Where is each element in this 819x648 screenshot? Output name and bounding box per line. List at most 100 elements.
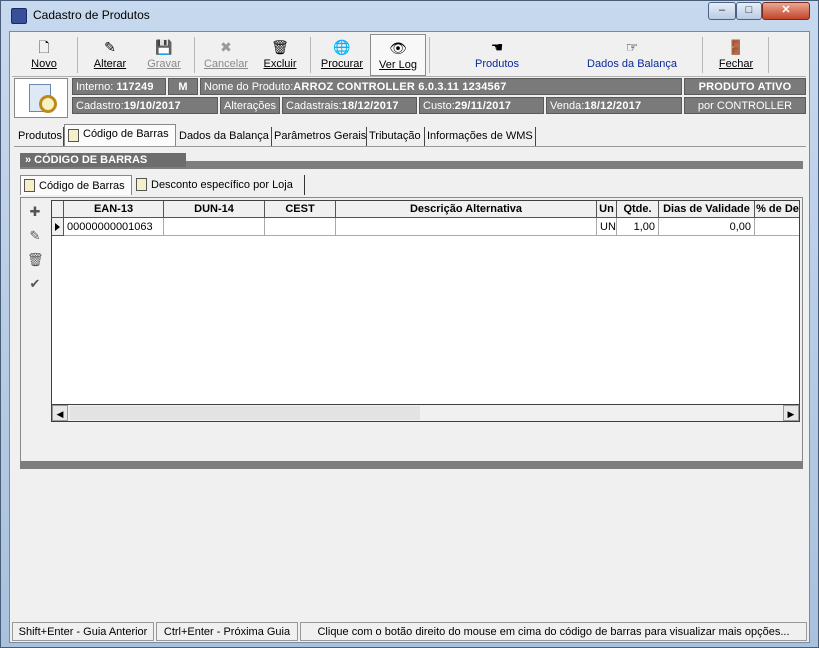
product-info-panel: Interno: 117249 M Nome do Produto:ARROZ … [14,78,806,118]
column-header-qtde[interactable]: Qtde. [617,201,659,218]
app-window: Cadastro de Produtos – □ ✕ 🗋 Novo ✎ Alte… [0,0,819,648]
produtos-label: Produtos [474,58,520,70]
m-flag: M [168,78,198,95]
interno-value: 117249 [116,81,154,93]
alterado-por-field: por CONTROLLER [684,97,806,114]
cancelar-button[interactable]: ✖ Cancelar [198,34,254,76]
cadastro-label: Cadastro: [76,100,124,112]
fechar-button[interactable]: 🚪 Fechar [708,34,764,76]
status-value: PRODUTO ATIVO [698,81,792,93]
tab-parametros-gerais[interactable]: Parâmetros Gerais [272,127,367,146]
excluir-button[interactable]: 🗑 Excluir [252,34,308,76]
tab-page-codigo-barras: » CÓDIGO DE BARRAS Código de Barras Desc… [14,146,806,617]
sub-tabs: Código de Barras Desconto específico por… [20,175,803,195]
produtos-button[interactable]: ☚ Produtos [442,34,552,76]
section-header: » CÓDIGO DE BARRAS [20,153,803,169]
tab-codigo-barras-label: Código de Barras [83,128,169,140]
table-cell-descricao[interactable] [336,218,597,236]
edit-row-icon[interactable]: ✎ [27,228,43,244]
table-cell-dias-validade[interactable]: 0,00 [659,218,755,236]
main-tabs: Produtos Código de Barras Dados da Balan… [14,124,806,146]
dados-balanca-button[interactable]: ☞ Dados da Balança [572,34,692,76]
hand-pointer-icon: ☞ [625,39,639,55]
venda-value: 18/12/2017 [584,100,642,112]
cancel-icon: ✖ [220,39,232,55]
close-window-button[interactable]: ✕ [762,2,810,20]
barcode-grid-panel: ✚ ✎ 🗑 ✔ EAN-13 DUN-14 CEST Descrição Alt… [20,197,803,463]
cancelar-label: Cancelar [203,58,249,70]
nome-produto-field: Nome do Produto:ARROZ CONTROLLER 6.0.3.1… [200,78,682,95]
maximize-button[interactable]: □ [736,2,762,20]
tab-dados-balanca[interactable]: Dados da Balança [177,127,272,146]
ver-log-button[interactable]: 👁 Ver Log [370,34,426,76]
interno-label: Interno: [76,81,114,93]
novo-button[interactable]: 🗋 Novo [16,34,72,76]
venda-label: Venda: [550,100,585,112]
table-cell-dun14[interactable] [164,218,265,236]
grid-footer-divider [20,461,803,469]
subtab-desconto-loja-label: Desconto específico por Loja [151,179,293,191]
custo-value: 29/11/2017 [454,100,512,112]
section-title: » CÓDIGO DE BARRAS [20,153,186,167]
column-header-ean13[interactable]: EAN-13 [64,201,164,218]
table-cell-perc-desconto[interactable] [755,218,799,236]
cadastro-field: Cadastro:19/10/2017 [72,97,218,114]
tab-tributacao[interactable]: Tributação [367,127,425,146]
toolbar-separator [429,37,430,73]
column-header-un[interactable]: Un [597,201,617,218]
procurar-button[interactable]: 🌐 Procurar [314,34,370,76]
alterar-label: Alterar [93,58,127,70]
delete-row-icon[interactable]: 🗑 [27,252,44,268]
cadastrais-value: 18/12/2017 [341,100,399,112]
excluir-label: Excluir [263,58,297,70]
column-header-dias-validade[interactable]: Dias de Validade [659,201,755,218]
toolbar-separator [768,37,769,73]
subtab-codigo-barras[interactable]: Código de Barras [20,175,132,195]
app-icon [11,8,27,24]
cadastrais-field: Cadastrais:18/12/2017 [282,97,417,114]
alterar-button[interactable]: ✎ Alterar [82,34,138,76]
nome-value: ARROZ CONTROLLER 6.0.3.11 1234567 [293,81,507,93]
hand-pointer-icon: ☚ [490,39,504,55]
fechar-label: Fechar [718,58,754,70]
title-bar[interactable]: Cadastro de Produtos – □ ✕ [1,1,818,29]
scroll-thumb[interactable] [70,406,420,420]
procurar-label: Procurar [320,58,364,70]
table-cell-cest[interactable] [265,218,336,236]
eye-icon: 👁 [389,40,407,56]
status-next-tab-hint: Ctrl+Enter - Próxima Guia [156,622,298,641]
gravar-button[interactable]: 💾 Gravar [136,34,192,76]
add-row-icon[interactable]: ✚ [27,204,43,220]
tab-produtos[interactable]: Produtos [16,127,64,146]
subtab-desconto-loja[interactable]: Desconto específico por Loja [133,175,305,195]
gravar-label: Gravar [147,58,181,70]
column-header-dun14[interactable]: DUN-14 [164,201,265,218]
document-icon [24,179,35,192]
column-header-perc-desconto[interactable]: % de De [755,201,799,218]
table-cell-qtde[interactable]: 1,00 [617,218,659,236]
table-cell-ean13[interactable]: 00000000001063 [64,218,164,236]
barcode-table[interactable]: EAN-13 DUN-14 CEST Descrição Alternativa… [51,200,800,422]
trash-icon: 🗑 [271,39,289,55]
window-title: Cadastro de Produtos [33,8,150,22]
row-indicator-header [52,201,64,218]
globe-search-icon: 🌐 [333,39,351,55]
tab-informacoes-wms[interactable]: Informações de WMS [425,127,536,146]
current-row-indicator [52,218,64,236]
minimize-button[interactable]: – [708,2,736,20]
table-cell-un[interactable]: UN [597,218,617,236]
horizontal-scrollbar[interactable]: ◀ ▶ [51,404,800,422]
grid-side-toolbar: ✚ ✎ 🗑 ✔ [23,200,49,422]
column-header-descricao[interactable]: Descrição Alternativa [336,201,597,218]
dados-balanca-label: Dados da Balança [587,58,677,70]
novo-label: Novo [31,58,57,70]
scroll-right-icon[interactable]: ▶ [783,405,799,421]
column-header-cest[interactable]: CEST [265,201,336,218]
toolbar-separator [310,37,311,73]
status-prev-tab-hint: Shift+Enter - Guia Anterior [12,622,154,641]
tab-codigo-barras[interactable]: Código de Barras [64,124,176,146]
scroll-left-icon[interactable]: ◀ [52,405,68,421]
approve-row-icon[interactable]: ✔ [27,276,43,292]
cadastro-value: 19/10/2017 [123,100,181,112]
status-barcode-hint: Clique com o botão direito do mouse em c… [300,622,807,641]
